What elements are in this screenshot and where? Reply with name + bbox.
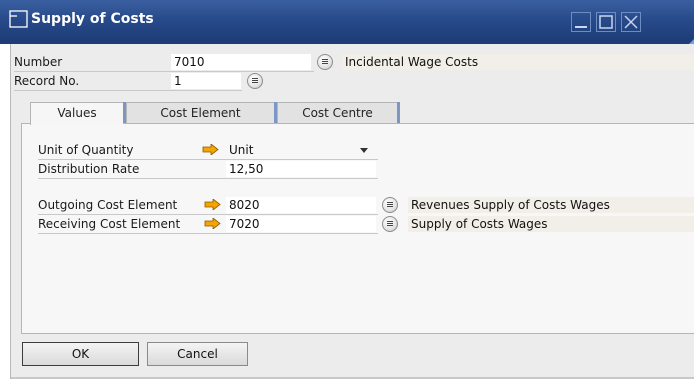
row-divider	[38, 178, 378, 179]
record-number-field[interactable]: 1	[171, 73, 241, 89]
tab-cost-centre[interactable]: Cost Centre	[277, 102, 397, 123]
row-divider	[38, 233, 378, 234]
window-icon	[9, 9, 29, 32]
form-body: Number 7010 Incidental Wage Costs Record…	[10, 44, 694, 379]
maximize-icon	[599, 15, 613, 29]
window-title: Supply of Costs	[31, 11, 154, 27]
maximize-button[interactable]	[596, 12, 616, 32]
distribution-rate-field[interactable]: 12,50	[226, 161, 376, 177]
outgoing-description-field: Revenues Supply of Costs Wages	[408, 197, 694, 213]
unit-of-quantity-dropdown[interactable]: Unit	[226, 142, 376, 158]
row-divider	[14, 90, 242, 91]
unit-of-quantity-label: Unit of Quantity	[38, 143, 134, 157]
minimize-icon	[575, 26, 587, 28]
tab-divider	[397, 102, 400, 123]
choose-list-icon[interactable]	[382, 216, 398, 232]
link-arrow-icon[interactable]	[202, 144, 219, 155]
outgoing-cost-element-label: Outgoing Cost Element	[38, 198, 178, 212]
record-choose-icon[interactable]	[247, 73, 263, 89]
title-bar[interactable]: Supply of Costs	[0, 0, 694, 47]
row-divider	[14, 71, 314, 72]
number-field[interactable]: 7010	[171, 54, 311, 70]
row-divider	[38, 159, 378, 160]
tab-values[interactable]: Values	[30, 102, 123, 125]
row-divider	[38, 214, 378, 215]
distribution-rate-label: Distribution Rate	[38, 162, 140, 176]
chevron-down-icon[interactable]	[360, 148, 368, 153]
close-icon	[624, 15, 638, 29]
supply-of-costs-window: Supply of Costs Number 7010 Incidental W…	[0, 0, 694, 379]
record-number-label: Record No.	[14, 74, 80, 88]
close-button[interactable]	[621, 12, 641, 32]
receiving-cost-element-field[interactable]: 7020	[226, 216, 376, 232]
cancel-button[interactable]: Cancel	[147, 342, 248, 366]
outgoing-cost-element-field[interactable]: 8020	[226, 197, 376, 213]
choose-list-icon[interactable]	[317, 54, 333, 70]
link-arrow-icon[interactable]	[204, 218, 221, 229]
ok-button[interactable]: OK	[22, 342, 139, 366]
link-arrow-icon[interactable]	[204, 199, 221, 210]
choose-list-icon[interactable]	[382, 197, 398, 213]
number-label: Number	[14, 55, 63, 69]
receiving-cost-element-label: Receiving Cost Element	[38, 217, 181, 231]
minimize-button[interactable]	[571, 12, 591, 32]
number-description-field: Incidental Wage Costs	[342, 54, 694, 70]
values-panel: Unit of Quantity Unit Distribution Rate …	[21, 123, 694, 334]
tab-cost-element[interactable]: Cost Element	[126, 102, 274, 123]
receiving-description-field: Supply of Costs Wages	[408, 216, 694, 232]
